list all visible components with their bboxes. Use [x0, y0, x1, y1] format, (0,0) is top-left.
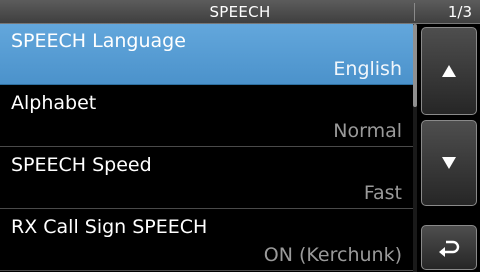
scrollbar-thumb[interactable] [413, 24, 417, 107]
menu-item-rx-call-sign-speech[interactable]: RX Call Sign SPEECH ON (Kerchunk) [0, 210, 414, 271]
menu-item-label: SPEECH Language [11, 30, 186, 52]
triangle-up-icon [442, 65, 456, 77]
page-indicator: 1/3 [447, 3, 472, 21]
title-bar: SPEECH 1/3 [0, 0, 480, 24]
triangle-down-icon [442, 157, 456, 169]
menu-item-label: Alphabet [11, 92, 97, 114]
menu-item-value: English [333, 58, 402, 80]
menu-item-value: ON (Kerchunk) [263, 244, 402, 266]
scroll-up-button[interactable] [421, 27, 477, 115]
scrollbar[interactable] [413, 24, 417, 272]
scroll-down-button[interactable] [421, 120, 477, 206]
back-button[interactable] [421, 225, 477, 270]
return-arrow-icon [439, 240, 460, 257]
menu-item-speech-speed[interactable]: SPEECH Speed Fast [0, 148, 414, 209]
menu-list: SPEECH Language English Alphabet Normal … [0, 24, 414, 272]
screen: SPEECH 1/3 SPEECH Language English Alpha… [0, 0, 480, 272]
menu-item-alphabet[interactable]: Alphabet Normal [0, 86, 414, 147]
menu-item-speech-language[interactable]: SPEECH Language English [0, 24, 414, 85]
title-divider [414, 3, 415, 21]
menu-item-value: Normal [333, 120, 402, 142]
page-title: SPEECH [209, 3, 271, 21]
menu-item-value: Fast [363, 182, 402, 204]
menu-item-label: RX Call Sign SPEECH [11, 216, 208, 238]
menu-item-label: SPEECH Speed [11, 154, 152, 176]
